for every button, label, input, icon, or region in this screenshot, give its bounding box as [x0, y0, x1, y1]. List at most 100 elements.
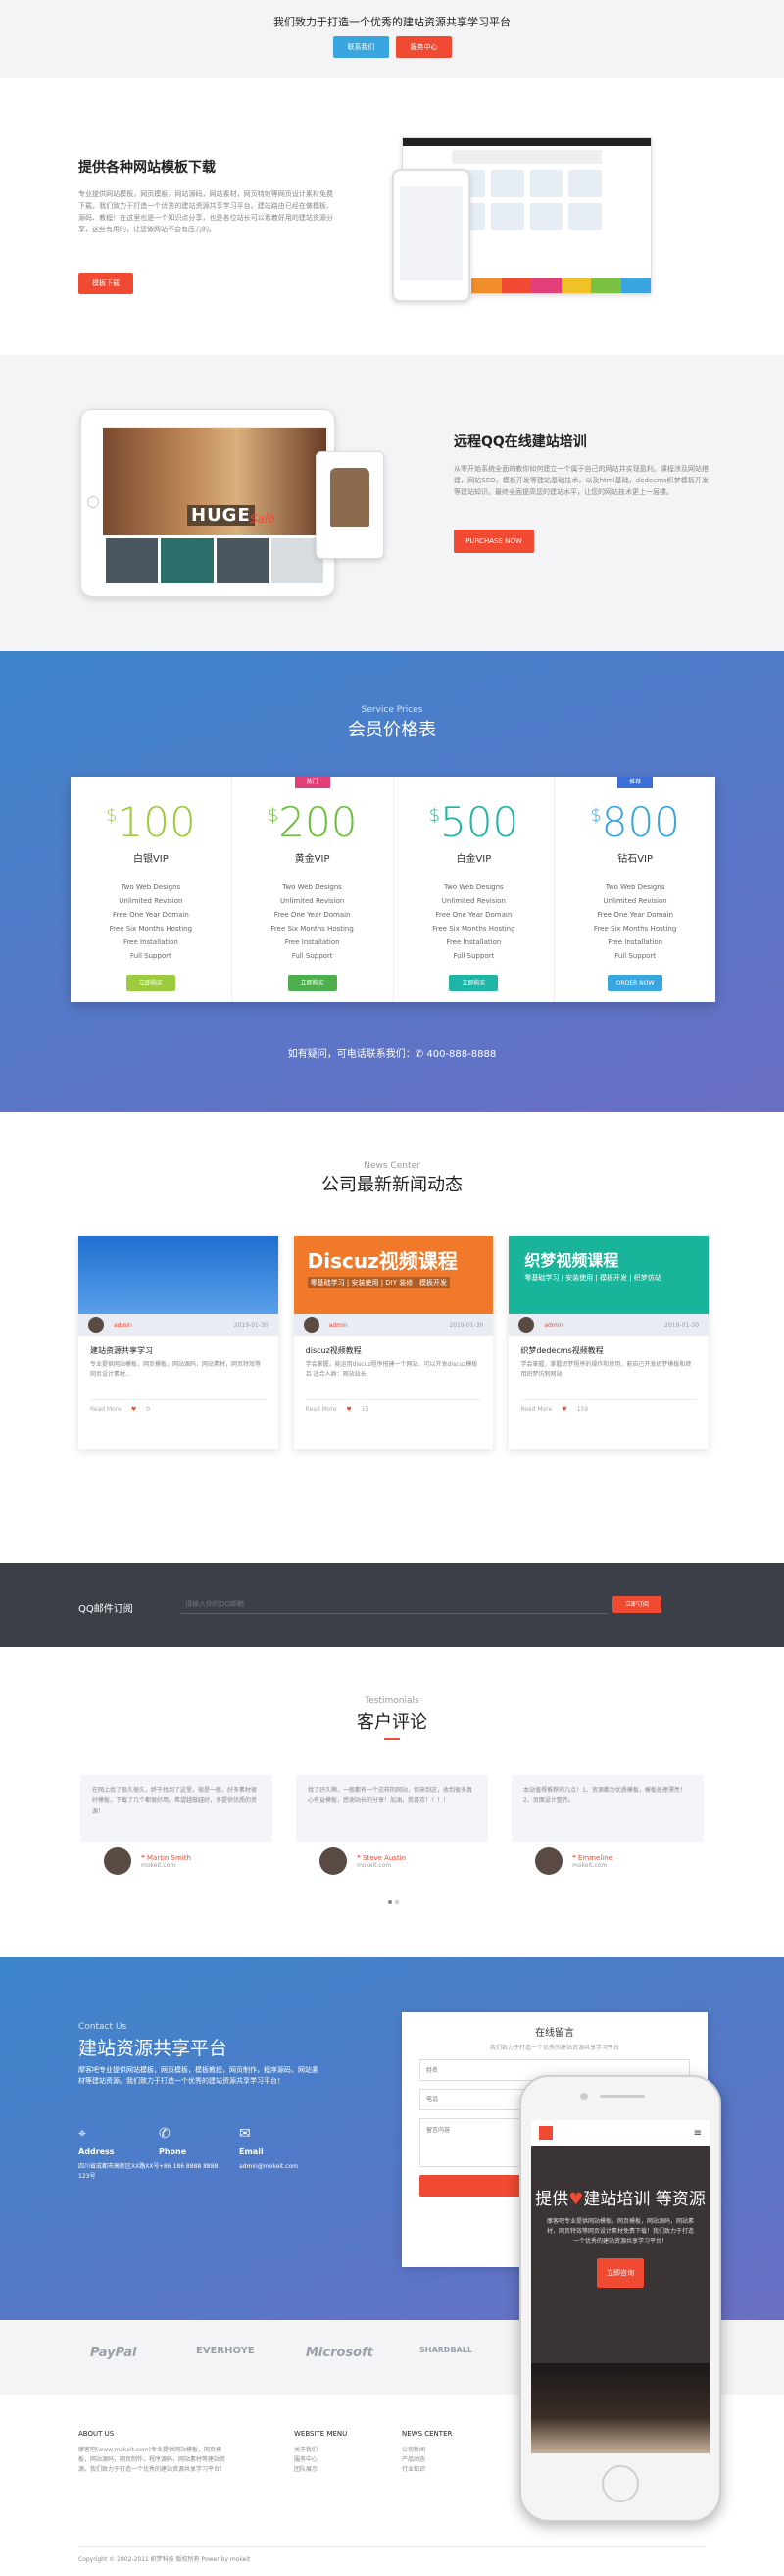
testimonial-site: mokeit.com [572, 1861, 608, 1869]
read-more-link[interactable]: Read More [520, 1406, 552, 1413]
footer-link[interactable]: 服务中心 [294, 2455, 347, 2465]
plan-buy-button[interactable]: 立即购买 [125, 975, 175, 991]
plan-amount: 200 [278, 798, 358, 846]
subscribe-button[interactable]: 立即订阅 [612, 1596, 662, 1613]
contact-phone: ✆ Phone +86 186 8888 8888 [159, 2126, 247, 2172]
plan-amount: 800 [601, 798, 680, 846]
mail-icon: ✉ [239, 2126, 251, 2142]
plan-name: 钻石VIP [617, 854, 654, 865]
heart-icon: ♥ [568, 2190, 584, 2209]
currency-symbol: $ [106, 805, 118, 826]
plan-order-button[interactable]: ORDER NOW [608, 975, 663, 991]
testimonial-item: 在网上找了很久很久，终于找到了这里，很是一般，好多素材很好模板，下载了几个都很好… [80, 1775, 272, 1875]
news-date: 2019-01-30 [449, 1321, 484, 1329]
footer-link[interactable]: 关于我们 [294, 2446, 347, 2455]
news-author: admin [114, 1321, 132, 1329]
phone-mockup-image [392, 169, 470, 302]
phone-value: +86 186 8888 8888 [159, 2163, 219, 2170]
headline-part: 建站培训 等资源 [583, 2190, 706, 2209]
copyright: Copyright © 2002-2011 织梦科技 版权所有 Power by… [78, 2546, 706, 2563]
purchase-now-button[interactable]: PURCHASE NOW [454, 530, 534, 553]
smartphone-mockup: ≡ 提供♥建站培训 等资源 摩客吧专业提供网站模板，网页模板，网站源码，网站素材… [519, 2075, 721, 2522]
phone-desc: 摩客吧专业提供网站模板，网页模板，网站源码，网站素材，网页特效等网页设计素材免费… [546, 2218, 694, 2245]
plan-gold: 热门 $200 黄金VIP Two Web Designs Unlimited … [232, 777, 394, 1002]
footer-link[interactable]: 行业知识 [402, 2465, 452, 2475]
footer-link[interactable]: 团队展示 [294, 2465, 347, 2475]
service-center-button[interactable]: 服务中心 [396, 36, 452, 58]
testimonials-subtitle: Testimonials [365, 1696, 419, 1706]
contact-us-button[interactable]: 联系我们 [333, 36, 389, 58]
footer-heading: ABOUT US [78, 2430, 115, 2438]
avatar [303, 1317, 319, 1333]
partner-logo-shardball: SHARDBALL [419, 2346, 472, 2354]
testimonial-text: 本站值得推荐的几点！1、资源都为优质模板，模板处理漂亮！2、页面设计整齐。 [512, 1775, 704, 1842]
news-item-title[interactable]: 织梦dedecms视频教程 [509, 1336, 709, 1360]
testimonial-item: 找了好久啊，一般都有一个这样的网站，但来到这，收到很多真心有益模板，感谢站长的分… [296, 1775, 488, 1875]
plan-feature: Free One Year Domain [435, 911, 513, 919]
speaker-icon [600, 2095, 645, 2098]
testimonial-text: 在网上找了很久很久，终于找到了这里，很是一般，好多素材很好模板，下载了几个都很好… [80, 1775, 272, 1842]
plan-feature: Full Support [291, 952, 333, 960]
news-image-label: 织梦视频课程 [524, 1251, 619, 1270]
news-image [78, 1236, 278, 1314]
news-image-sub: 零基础学习 | 安装使用 | 模板开发 | 织梦仿站 [524, 1274, 662, 1282]
testimonials-title: 客户评论 [357, 1712, 427, 1733]
template-download-button[interactable]: 模板下载 [78, 273, 133, 294]
heart-icon[interactable]: ♥ [562, 1406, 566, 1413]
hero-tagline: 我们致力于打造一个优秀的建站资源共享学习平台 [273, 16, 511, 28]
news-card[interactable]: admin 2019-01-30 建站资源共享学习 专业提供网站模板，网页模板，网… [78, 1236, 278, 1449]
tablet-mockup-image: HUGE Sale [80, 409, 335, 597]
news-image-label: Discuz视频课程 [307, 1249, 458, 1273]
heart-icon[interactable]: ♥ [131, 1406, 136, 1413]
training-desc: 从零开始系统全面的教你如何建立一个属于自己的网站并实现盈利。课程涉及网站搭建，网… [454, 465, 709, 496]
email-label: Email [239, 2147, 264, 2156]
plan-feature: Unlimited Revision [441, 897, 506, 905]
phone-consult-button[interactable]: 立即咨询 [597, 2258, 644, 2288]
avatar [88, 1317, 104, 1333]
plan-diamond: 推荐 $800 钻石VIP Two Web Designs Unlimited … [555, 777, 715, 1002]
banner-huge-text: HUGE [187, 505, 255, 526]
plan-feature: Free One Year Domain [112, 911, 189, 919]
news-item-title[interactable]: discuz视频教程 [294, 1336, 494, 1360]
plan-feature: Free Installation [122, 938, 178, 946]
read-more-link[interactable]: Read More [306, 1406, 337, 1413]
plan-feature: Free Six Months Hosting [109, 925, 193, 933]
plan-name: 白银VIP [132, 854, 169, 865]
plan-amount: 500 [440, 798, 519, 846]
plan-amount: 100 [117, 798, 196, 846]
read-more-link[interactable]: Read More [90, 1406, 122, 1413]
avatar [518, 1317, 535, 1333]
phone-icon: ✆ [159, 2126, 171, 2142]
laptop-image [531, 2363, 710, 2453]
news-card[interactable]: Discuz视频课程 零基础学习 | 安装使用 | DIY 装修 | 模板开发 … [293, 1236, 494, 1449]
currency-symbol: $ [267, 805, 279, 826]
plan-feature: Free Six Months Hosting [270, 925, 354, 933]
like-count: 15 [361, 1406, 369, 1413]
plan-feature: Free Installation [608, 938, 663, 946]
plan-buy-button[interactable]: 立即购买 [287, 975, 337, 991]
heart-icon[interactable]: ♥ [347, 1406, 352, 1413]
partner-logo-microsoft: Microsoft [306, 2346, 373, 2360]
plan-name: 黄金VIP [294, 854, 330, 865]
site-logo [539, 2126, 553, 2140]
news-item-title[interactable]: 建站资源共享学习 [78, 1336, 278, 1360]
address-label: Address [78, 2147, 115, 2156]
plan-feature: Free Six Months Hosting [432, 925, 515, 933]
subscribe-section: QQ邮件订阅 立即订阅 [0, 1563, 784, 1647]
training-section: HUGE Sale 远程QQ在线建站培训 从零开始系统全面的教你如何建立一个属于… [0, 355, 784, 651]
menu-icon[interactable]: ≡ [694, 2128, 702, 2139]
currency-symbol: $ [590, 805, 602, 826]
footer-link[interactable]: 公司新闻 [402, 2446, 452, 2455]
plan-feature: Free Six Months Hosting [593, 925, 677, 933]
training-title: 远程QQ在线建站培训 [454, 434, 587, 450]
news-card[interactable]: 织梦视频课程 零基础学习 | 安装使用 | 模板开发 | 织梦仿站 admin 2… [509, 1236, 710, 1449]
like-count: 159 [576, 1406, 589, 1413]
form-title: 在线留言 [535, 2028, 574, 2039]
testimonial-site: mokeit.com [357, 1861, 392, 1869]
subscribe-email-input[interactable] [181, 1594, 608, 1614]
footer-about: ABOUT US 摩客吧(www.mokeit.com)专业提供网站模板，网页模… [78, 2430, 225, 2475]
carousel-dots[interactable] [388, 1900, 399, 1904]
news-title: 公司最新新闻动态 [321, 1175, 463, 1195]
plan-buy-button[interactable]: 立即购买 [449, 975, 499, 991]
footer-link[interactable]: 产品动态 [402, 2455, 452, 2465]
